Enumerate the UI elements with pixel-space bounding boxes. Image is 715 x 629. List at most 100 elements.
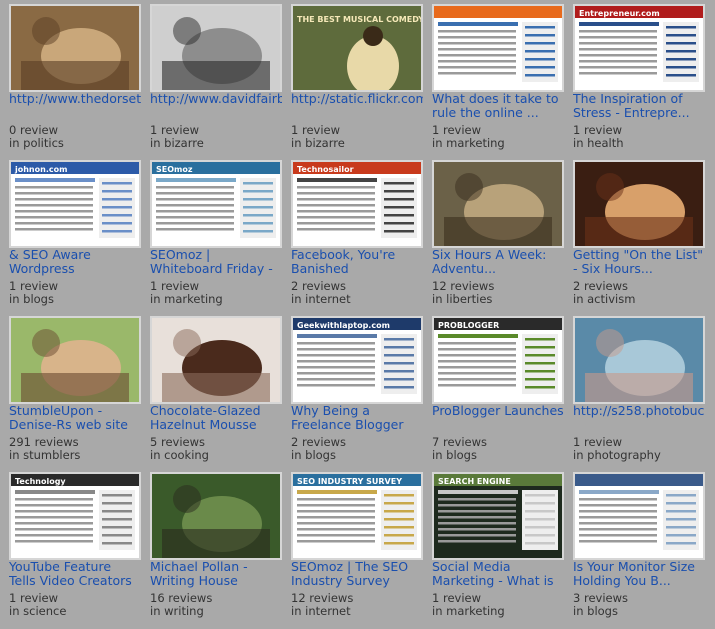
- item-title-link[interactable]: SEOmoz | The SEO Industry Survey: [291, 560, 423, 590]
- thumbnail-link[interactable]: [573, 160, 705, 248]
- thumbnail-link[interactable]: SEOmoz: [150, 160, 282, 248]
- svg-text:SEO INDUSTRY SURVEY: SEO INDUSTRY SURVEY: [297, 477, 402, 486]
- category-label[interactable]: in politics: [9, 137, 143, 150]
- grid-item: Michael Pollan - Writing House 16 reviews…: [150, 472, 284, 622]
- thumbnail-image: Geekwithlaptop.com: [293, 318, 421, 402]
- category-label[interactable]: in stumblers: [9, 449, 143, 462]
- item-title-link[interactable]: YouTube Feature Tells Video Creators: [9, 560, 141, 590]
- category-label[interactable]: in blogs: [573, 605, 707, 618]
- category-label[interactable]: in blogs: [432, 449, 566, 462]
- category-label[interactable]: in photography: [573, 449, 707, 462]
- category-label[interactable]: in internet: [291, 293, 425, 306]
- thumbnail-image: [11, 6, 139, 90]
- thumbnail-link[interactable]: [150, 316, 282, 404]
- thumbnail-link[interactable]: [573, 316, 705, 404]
- category-label[interactable]: in science: [9, 605, 143, 618]
- thumbnail-image: SEARCH ENGINE: [434, 474, 562, 558]
- category-label[interactable]: in marketing: [432, 605, 566, 618]
- thumbnail-link[interactable]: [573, 472, 705, 560]
- category-label[interactable]: in bizarre: [291, 137, 425, 150]
- item-title-link[interactable]: & SEO Aware Wordpress: [9, 248, 141, 278]
- item-title-link[interactable]: ProBlogger Launches: [432, 404, 564, 434]
- item-title-link[interactable]: StumbleUpon - Denise-Rs web site: [9, 404, 141, 434]
- svg-text:Geekwithlaptop.com: Geekwithlaptop.com: [297, 321, 390, 330]
- thumbnail-image: Entrepreneur.com: [575, 6, 703, 90]
- item-title-link[interactable]: Social Media Marketing - What is: [432, 560, 564, 590]
- thumbnail-link[interactable]: Entrepreneur.com: [573, 4, 705, 92]
- thumbnail-link[interactable]: THE BEST MUSICAL COMEDY SONGS: [291, 4, 423, 92]
- item-title-link[interactable]: Six Hours A Week: Adventu...: [432, 248, 564, 278]
- thumbnail-image: johnon.com: [11, 162, 139, 246]
- grid-item: http://s258.photobucket.com 1 reviewin ph…: [573, 316, 707, 466]
- grid-item: http://www.thedorsetteshouse.com 0 review…: [9, 4, 143, 154]
- item-title-link[interactable]: Michael Pollan - Writing House: [150, 560, 282, 590]
- thumbnail-link[interactable]: johnon.com: [9, 160, 141, 248]
- thumbnail-link[interactable]: [9, 316, 141, 404]
- grid-item: Six Hours A Week: Adventu... 12 reviews in…: [432, 160, 566, 310]
- review-count: 1 review: [432, 592, 482, 605]
- category-label[interactable]: in health: [573, 137, 707, 150]
- category-label[interactable]: in liberties: [432, 293, 566, 306]
- svg-text:Entrepreneur.com: Entrepreneur.com: [579, 9, 660, 18]
- category-label[interactable]: in writing: [150, 605, 284, 618]
- category-label[interactable]: in blogs: [291, 449, 425, 462]
- thumbnail-link[interactable]: [9, 4, 141, 92]
- item-title-link[interactable]: http://www.thedorsetteshouse.com: [9, 92, 141, 122]
- thumbnail-image: THE BEST MUSICAL COMEDY SONGS: [293, 6, 421, 90]
- thumbnail-image: [434, 6, 562, 90]
- item-title-link[interactable]: The Inspiration of Stress - Entrepre...: [573, 92, 705, 122]
- svg-text:SEARCH ENGINE: SEARCH ENGINE: [438, 477, 511, 486]
- grid-item: Entrepreneur.com The Inspiration of Stres…: [573, 4, 707, 154]
- grid-item: SEARCH ENGINE Social Media Marketing - Wh…: [432, 472, 566, 622]
- review-count: 1 review: [150, 124, 200, 137]
- thumbnail-image: [152, 318, 280, 402]
- thumbnail-link[interactable]: SEARCH ENGINE: [432, 472, 564, 560]
- thumbnail-link[interactable]: [432, 4, 564, 92]
- grid-item: What does it take to rule the online ...…: [432, 4, 566, 154]
- thumbnail-link[interactable]: PROBLOGGER: [432, 316, 564, 404]
- category-label[interactable]: in activism: [573, 293, 707, 306]
- review-count: 5 reviews: [150, 436, 205, 449]
- svg-text:THE BEST MUSICAL COMEDY SONGS: THE BEST MUSICAL COMEDY SONGS: [297, 15, 421, 24]
- item-title-link[interactable]: SEOmoz | Whiteboard Friday - ...: [150, 248, 282, 278]
- review-count: 0 review: [9, 124, 59, 137]
- thumbnail-link[interactable]: Technology: [9, 472, 141, 560]
- review-count: 16 reviews: [150, 592, 213, 605]
- review-count: 291 reviews: [9, 436, 79, 449]
- review-count: 2 reviews: [291, 280, 346, 293]
- review-count: 1 review: [432, 124, 482, 137]
- item-title-link[interactable]: http://s258.photobucket.com: [573, 404, 705, 434]
- item-title-link[interactable]: Chocolate-Glazed Hazelnut Mousse: [150, 404, 282, 434]
- item-title-link[interactable]: http://static.flickr.com: [291, 92, 423, 122]
- review-count: 1 review: [9, 280, 59, 293]
- category-label[interactable]: in internet: [291, 605, 425, 618]
- thumbnail-image: [575, 318, 703, 402]
- item-title-link[interactable]: Getting "On the List" - Six Hours...: [573, 248, 705, 278]
- item-title-link[interactable]: Facebook, You're Banished: [291, 248, 423, 278]
- category-label[interactable]: in bizarre: [150, 137, 284, 150]
- thumbnail-link[interactable]: Geekwithlaptop.com: [291, 316, 423, 404]
- thumbnail-link[interactable]: SEO INDUSTRY SURVEY: [291, 472, 423, 560]
- category-label[interactable]: in blogs: [9, 293, 143, 306]
- thumbnail-image: PROBLOGGER: [434, 318, 562, 402]
- thumbnail-link[interactable]: [432, 160, 564, 248]
- grid-item: Is Your Monitor Size Holding You B... 3 r…: [573, 472, 707, 622]
- grid-item: PROBLOGGER ProBlogger Launches 7 reviews in…: [432, 316, 566, 466]
- thumbnail-link[interactable]: [150, 4, 282, 92]
- item-title-link[interactable]: Why Being a Freelance Blogger: [291, 404, 423, 434]
- thumbnail-image: [11, 318, 139, 402]
- item-title-link[interactable]: http://www.davidfairbanks.com: [150, 92, 282, 122]
- grid-item: johnon.com & SEO Aware Wordpress 1 review i…: [9, 160, 143, 310]
- thumbnail-link[interactable]: [150, 472, 282, 560]
- thumbnail-image: [575, 474, 703, 558]
- grid-item: THE BEST MUSICAL COMEDY SONGS http://stat…: [291, 4, 425, 154]
- category-label[interactable]: in cooking: [150, 449, 284, 462]
- category-label[interactable]: in marketing: [150, 293, 284, 306]
- category-label[interactable]: in marketing: [432, 137, 566, 150]
- item-title-link[interactable]: What does it take to rule the online ...: [432, 92, 564, 122]
- grid-item: Technology YouTube Feature Tells Video Cr…: [9, 472, 143, 622]
- item-title-link[interactable]: Is Your Monitor Size Holding You B...: [573, 560, 705, 590]
- review-count: 1 review: [573, 436, 623, 449]
- thumbnail-image: [575, 162, 703, 246]
- thumbnail-link[interactable]: Technosailor: [291, 160, 423, 248]
